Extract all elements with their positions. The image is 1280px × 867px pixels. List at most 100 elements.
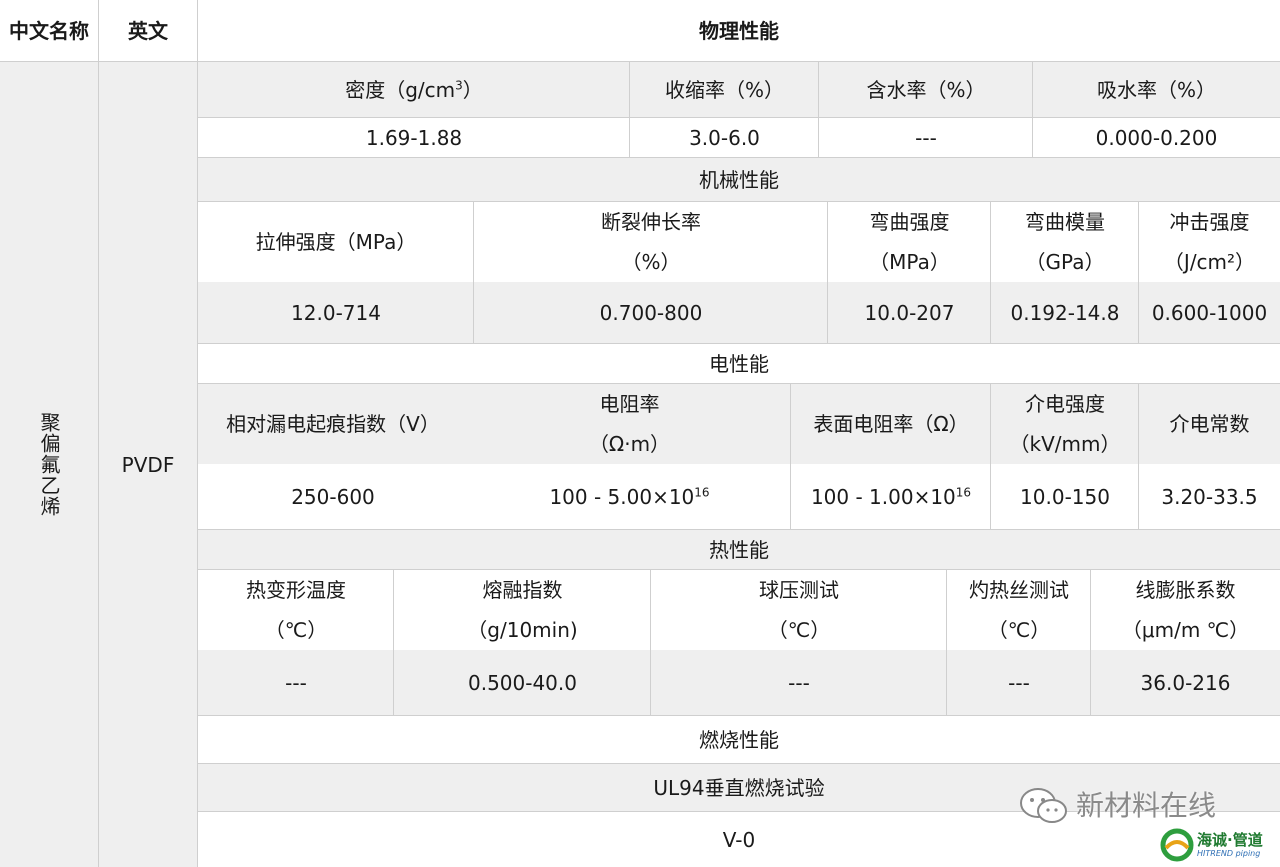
resistivity-value-text: 100 - 5.00×1016 <box>549 477 709 517</box>
divider <box>946 570 947 716</box>
divider <box>650 570 651 716</box>
water-absorption-header-label: 吸水率（%） <box>1096 78 1216 102</box>
water-absorption-value: 0.000-0.200 <box>1033 118 1280 158</box>
glow-wire-value-text: --- <box>1008 671 1030 695</box>
dielectric-strength-header: 介电强度 （kV/mm） <box>991 384 1139 464</box>
wechat-icon <box>1018 786 1070 826</box>
material-english-name-text: PVDF <box>121 452 175 477</box>
density-header: 密度（g/cm3） <box>198 62 630 118</box>
flexural-strength-header-line2: （MPa） <box>869 250 950 274</box>
header-physical-properties: 物理性能 <box>198 0 1280 62</box>
combustion-title-text: 燃烧性能 <box>699 728 779 752</box>
watermark-text: 新材料在线 <box>1076 789 1217 822</box>
glow-wire-header: 灼热丝测试 （℃） <box>947 570 1091 650</box>
flexural-modulus-value-text: 0.192-14.8 <box>1010 301 1120 325</box>
impact-strength-header: 冲击强度 （J/cm²） <box>1139 202 1280 282</box>
logo-subtext: HITREND piping <box>1197 849 1261 858</box>
flexural-strength-header-line1: 弯曲强度 <box>869 210 950 234</box>
thermal-title: 热性能 <box>198 530 1280 570</box>
divider <box>198 201 1280 202</box>
flexural-modulus-value: 0.192-14.8 <box>991 282 1139 344</box>
tensile-strength-value: 12.0-714 <box>198 282 474 344</box>
divider <box>198 715 1280 716</box>
divider <box>198 569 1280 570</box>
mechanical-title-text: 机械性能 <box>699 168 779 192</box>
moisture-value-text: --- <box>915 126 937 150</box>
melt-index-header: 熔融指数 （g/10min) <box>394 570 651 650</box>
divider <box>1138 384 1139 530</box>
divider <box>629 62 630 158</box>
thermal-expansion-header-line2: （μm/m ℃） <box>1121 618 1250 642</box>
resistivity-header: 电阻率 （Ω·m） <box>468 384 791 464</box>
dielectric-constant-value-text: 3.20-33.5 <box>1161 485 1258 509</box>
flexural-strength-header: 弯曲强度 （MPa） <box>828 202 991 282</box>
elongation-header-line1: 断裂伸长率 <box>601 210 701 234</box>
impact-strength-header-line1: 冲击强度 <box>1169 210 1250 234</box>
surface-resistivity-value: 100 - 1.00×1016 <box>791 464 991 530</box>
glow-wire-header-line1: 灼热丝测试 <box>969 578 1069 602</box>
hdt-value: --- <box>198 650 394 716</box>
cti-value: 250-600 <box>198 464 468 530</box>
surface-resistivity-header-label: 表面电阻率（Ω） <box>813 412 969 436</box>
divider <box>1032 62 1033 158</box>
hdt-header-line1: 热变形温度 <box>246 578 346 602</box>
thermal-title-text: 热性能 <box>709 538 769 562</box>
thermal-expansion-header: 线膨胀系数 （μm/m ℃） <box>1091 570 1280 650</box>
surface-resistivity-value-base: 100 - 1.00×10 <box>810 485 956 509</box>
ball-pressure-header: 球压测试 （℃） <box>651 570 947 650</box>
divider <box>393 570 394 716</box>
logo-text-group: 海诚·管道 HITREND piping <box>1197 831 1263 859</box>
divider <box>198 157 1280 158</box>
ul94-result-text: V-0 <box>722 827 756 852</box>
header-english-label: 英文 <box>128 19 168 43</box>
dielectric-strength-value: 10.0-150 <box>991 464 1139 530</box>
shrinkage-value-text: 3.0-6.0 <box>689 126 760 150</box>
flexural-strength-value: 10.0-207 <box>828 282 991 344</box>
divider <box>1090 570 1091 716</box>
impact-strength-value-text: 0.600-1000 <box>1151 301 1268 325</box>
divider <box>790 384 791 530</box>
elongation-value-text: 0.700-800 <box>599 301 703 325</box>
resistivity-value-exponent: 16 <box>694 485 710 500</box>
flexural-modulus-header-line1: 弯曲模量 <box>1025 210 1105 234</box>
divider <box>198 763 1280 764</box>
header-physical-properties-label: 物理性能 <box>699 19 779 43</box>
ul94-test-text: UL94垂直燃烧试验 <box>653 776 825 800</box>
divider <box>818 62 819 158</box>
shrinkage-header-label: 收缩率（%） <box>664 78 784 102</box>
dielectric-strength-header-line1: 介电强度 <box>1025 392 1105 416</box>
company-logo: 海诚·管道 HITREND piping <box>1160 826 1263 864</box>
moisture-header: 含水率（%） <box>819 62 1033 118</box>
hdt-header: 热变形温度 （℃） <box>198 570 394 650</box>
cti-header: 相对漏电起痕指数（V） <box>198 384 468 464</box>
divider <box>198 117 1280 118</box>
resistivity-header-line2: （Ω·m） <box>588 432 671 456</box>
dielectric-constant-header-label: 介电常数 <box>1169 412 1250 436</box>
elongation-header-line2: （%） <box>621 250 681 274</box>
shrinkage-header: 收缩率（%） <box>630 62 819 118</box>
melt-index-header-line2: （g/10min) <box>467 618 578 642</box>
melt-index-value-text: 0.500-40.0 <box>467 671 577 695</box>
divider <box>827 202 828 344</box>
divider <box>990 202 991 344</box>
dielectric-strength-header-line2: （kV/mm） <box>1009 432 1121 456</box>
thermal-expansion-value: 36.0-216 <box>1091 650 1280 716</box>
header-chinese-name: 中文名称 <box>0 0 98 62</box>
flexural-modulus-header-line2: （GPa） <box>1025 250 1105 274</box>
dielectric-constant-value: 3.20-33.5 <box>1139 464 1280 530</box>
surface-resistivity-value-text: 100 - 1.00×1016 <box>811 477 971 517</box>
material-chinese-name: 聚偏氟乙烯 <box>0 62 98 867</box>
material-english-name: PVDF <box>98 62 198 867</box>
tensile-strength-value-text: 12.0-714 <box>291 301 381 325</box>
divider <box>198 383 1280 384</box>
glow-wire-header-line2: （℃） <box>987 618 1051 642</box>
header-chinese-name-label: 中文名称 <box>9 19 89 43</box>
thermal-expansion-value-text: 36.0-216 <box>1140 671 1231 695</box>
divider <box>198 529 1280 530</box>
ball-pressure-header-line1: 球压测试 <box>759 578 839 602</box>
moisture-header-label: 含水率（%） <box>866 78 986 102</box>
ball-pressure-header-line2: （℃） <box>767 618 831 642</box>
divider <box>1138 202 1139 344</box>
material-chinese-name-text: 聚偏氟乙烯 <box>37 412 61 517</box>
cti-value-text: 250-600 <box>291 485 375 509</box>
